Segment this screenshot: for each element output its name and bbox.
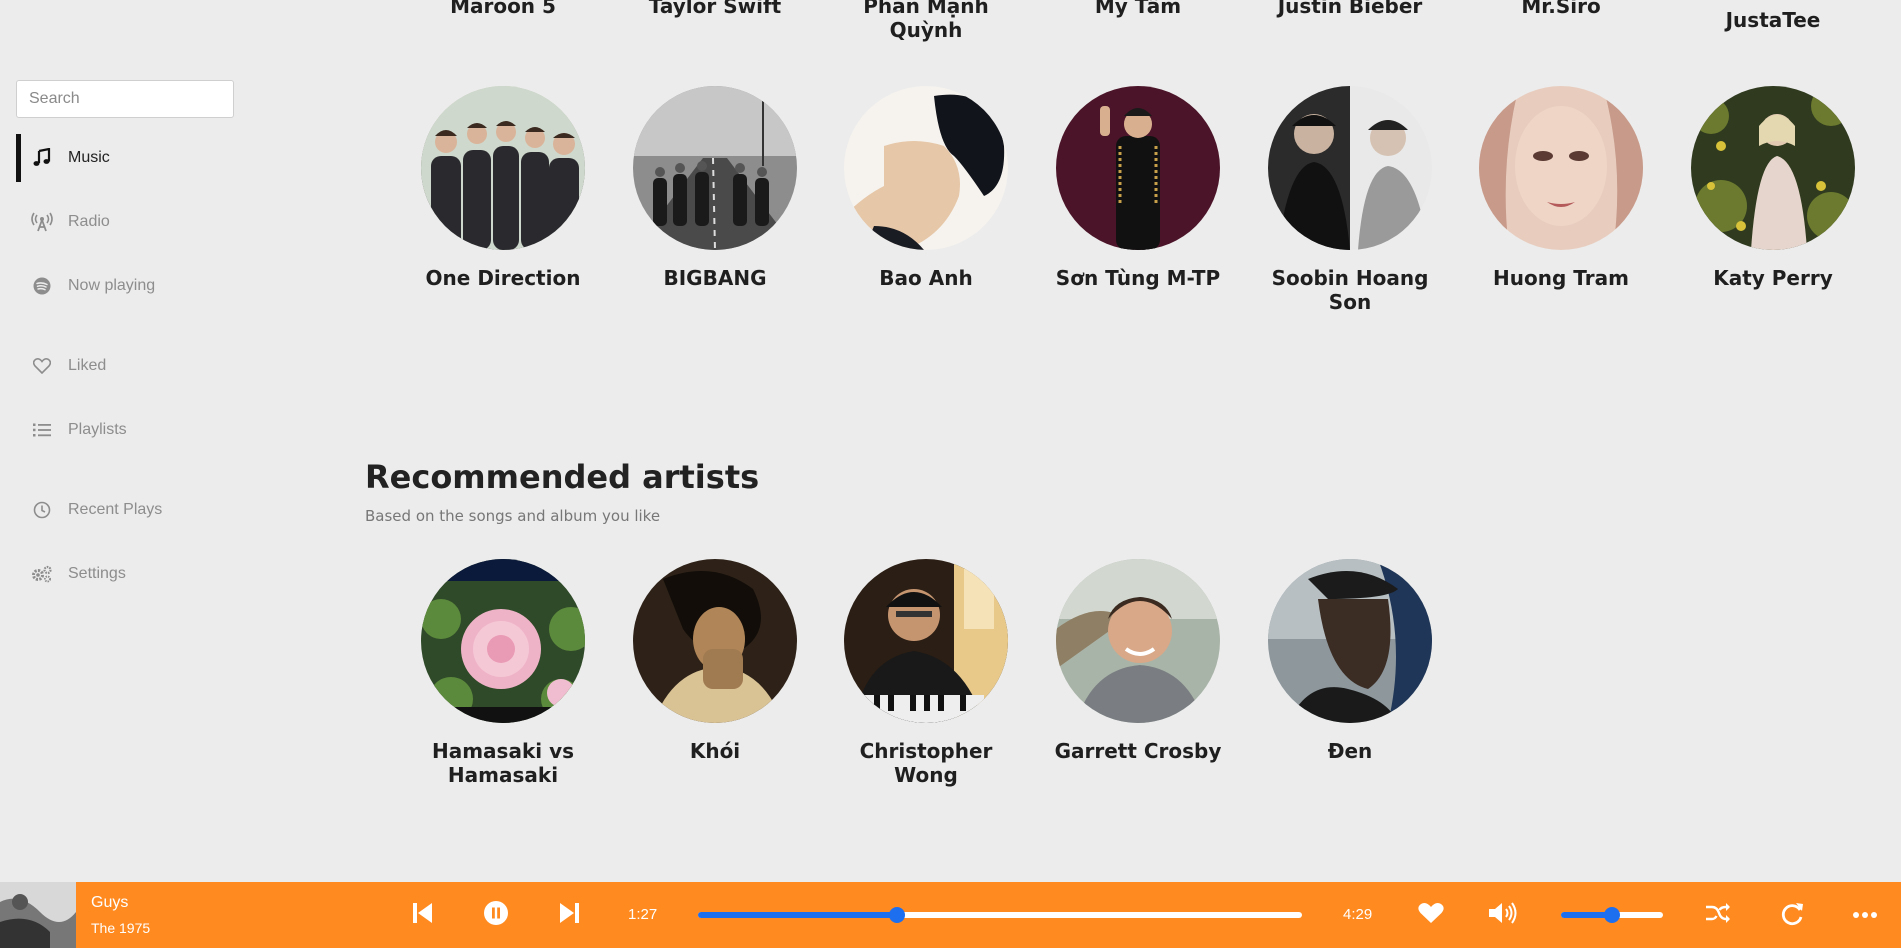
artist-card[interactable]: Khói bbox=[615, 559, 815, 763]
skip-back-icon bbox=[413, 902, 433, 929]
music-note-icon bbox=[30, 146, 54, 170]
artist-name: Christopher Wong bbox=[859, 739, 993, 787]
like-button[interactable] bbox=[1416, 900, 1446, 930]
sidebar-item-label: Now playing bbox=[68, 277, 156, 294]
duration-time: 4:29 bbox=[1343, 906, 1373, 923]
pause-icon bbox=[483, 900, 509, 931]
artist-photo[interactable] bbox=[1691, 86, 1855, 250]
artist-card[interactable]: Sơn Tùng M-TP bbox=[1038, 86, 1238, 290]
artist-card[interactable]: Hamasaki vs Hamasaki bbox=[403, 559, 603, 787]
artist-name: Sơn Tùng M-TP bbox=[1055, 266, 1221, 290]
progress-fill bbox=[698, 912, 898, 918]
sidebar: Music Radio Now playing Liked Playlists … bbox=[0, 0, 250, 882]
sidebar-item-settings[interactable]: Settings bbox=[16, 550, 236, 598]
pause-button[interactable] bbox=[481, 900, 511, 930]
artist-name: Soobin Hoang Son bbox=[1271, 266, 1429, 314]
artist-photo[interactable] bbox=[1056, 559, 1220, 723]
artist-name: Hamasaki vs Hamasaki bbox=[431, 739, 575, 787]
sidebar-item-now-playing[interactable]: Now playing bbox=[16, 262, 236, 310]
artist-photo[interactable] bbox=[1479, 86, 1643, 250]
artist-name: Huong Tram bbox=[1493, 266, 1629, 290]
artist-card[interactable]: Christopher Wong bbox=[826, 559, 1026, 787]
artist-name: Garrett Crosby bbox=[1054, 739, 1222, 763]
elapsed-time: 1:27 bbox=[628, 906, 658, 923]
heart-icon bbox=[1418, 902, 1444, 929]
artist-photo[interactable] bbox=[1268, 86, 1432, 250]
more-button[interactable] bbox=[1850, 900, 1880, 930]
next-button[interactable] bbox=[554, 900, 584, 930]
album-cover[interactable] bbox=[0, 882, 76, 948]
volume-handle[interactable] bbox=[1604, 907, 1620, 923]
shuffle-button[interactable] bbox=[1703, 900, 1733, 930]
progress-handle[interactable] bbox=[889, 907, 906, 923]
artist-card[interactable]: BIGBANG bbox=[615, 86, 815, 290]
artist-photo[interactable] bbox=[1056, 86, 1220, 250]
artist-name: Katy Perry bbox=[1713, 266, 1833, 290]
sidebar-item-label: Playlists bbox=[68, 421, 127, 438]
progress-slider[interactable] bbox=[698, 907, 1302, 923]
artist-card[interactable]: Soobin Hoang Son bbox=[1250, 86, 1450, 314]
skip-forward-icon bbox=[559, 902, 579, 929]
artist-name[interactable]: Mr.Siro bbox=[1461, 0, 1661, 18]
artist-card[interactable]: One Direction bbox=[403, 86, 603, 290]
artist-name[interactable]: Justin Bieber bbox=[1250, 0, 1450, 18]
artist-name: Đen bbox=[1327, 739, 1373, 763]
radio-tower-icon bbox=[30, 210, 54, 234]
artist-photo[interactable] bbox=[421, 559, 585, 723]
song-artist[interactable]: The 1975 bbox=[91, 920, 150, 936]
more-dots-icon bbox=[1852, 906, 1878, 924]
heart-icon bbox=[30, 354, 54, 378]
artist-card[interactable]: Katy Perry bbox=[1673, 86, 1873, 290]
artist-photo[interactable] bbox=[1268, 559, 1432, 723]
sidebar-item-label: Recent Plays bbox=[68, 501, 163, 518]
section-title: Recommended artists bbox=[365, 458, 760, 496]
artist-name[interactable]: Maroon 5 bbox=[403, 0, 603, 18]
sidebar-item-label: Radio bbox=[68, 213, 110, 230]
sidebar-item-music[interactable]: Music bbox=[16, 134, 236, 182]
artist-name[interactable]: Taylor Swift bbox=[615, 0, 815, 18]
sidebar-item-label: Music bbox=[68, 149, 110, 166]
sidebar-item-label: Settings bbox=[68, 565, 126, 582]
sidebar-item-playlists[interactable]: Playlists bbox=[16, 406, 236, 454]
artist-card[interactable]: Garrett Crosby bbox=[1038, 559, 1238, 763]
sidebar-item-radio[interactable]: Radio bbox=[16, 198, 236, 246]
artist-name: One Direction bbox=[425, 266, 581, 290]
artist-photo[interactable] bbox=[633, 559, 797, 723]
clock-icon bbox=[30, 498, 54, 522]
list-icon bbox=[30, 418, 54, 442]
artist-name[interactable]: Mỹ Tâm bbox=[1038, 0, 1238, 18]
section-subtitle: Based on the songs and album you like bbox=[365, 507, 661, 525]
sidebar-item-label: Liked bbox=[68, 357, 107, 374]
previous-button[interactable] bbox=[408, 900, 438, 930]
repeat-icon bbox=[1779, 900, 1805, 931]
spotify-icon bbox=[30, 274, 54, 298]
artist-photo[interactable] bbox=[633, 86, 797, 250]
song-title[interactable]: Guys bbox=[91, 894, 128, 912]
repeat-button[interactable] bbox=[1777, 900, 1807, 930]
volume-icon bbox=[1488, 901, 1518, 929]
artist-photo[interactable] bbox=[421, 86, 585, 250]
artist-photo[interactable] bbox=[844, 559, 1008, 723]
artist-name: Bao Anh bbox=[879, 266, 973, 290]
artist-name[interactable]: JustaTee bbox=[1673, 8, 1873, 32]
artist-name[interactable]: Phan Mạnh Quỳnh bbox=[826, 0, 1026, 42]
search-input[interactable] bbox=[16, 80, 234, 118]
volume-slider[interactable] bbox=[1561, 907, 1663, 923]
shuffle-icon bbox=[1705, 902, 1731, 929]
player-bar: Guys The 1975 1:27 4:29 bbox=[0, 882, 1901, 948]
artist-card[interactable]: Bao Anh bbox=[826, 86, 1026, 290]
artist-photo[interactable] bbox=[844, 86, 1008, 250]
sidebar-item-recent-plays[interactable]: Recent Plays bbox=[16, 486, 236, 534]
artist-name: BIGBANG bbox=[663, 266, 767, 290]
sidebar-item-liked[interactable]: Liked bbox=[16, 342, 236, 390]
gears-icon bbox=[30, 562, 54, 586]
artist-card[interactable]: Đen bbox=[1250, 559, 1450, 763]
artist-name: Khói bbox=[689, 739, 741, 763]
volume-button[interactable] bbox=[1488, 900, 1518, 930]
artist-card[interactable]: Huong Tram bbox=[1461, 86, 1661, 290]
